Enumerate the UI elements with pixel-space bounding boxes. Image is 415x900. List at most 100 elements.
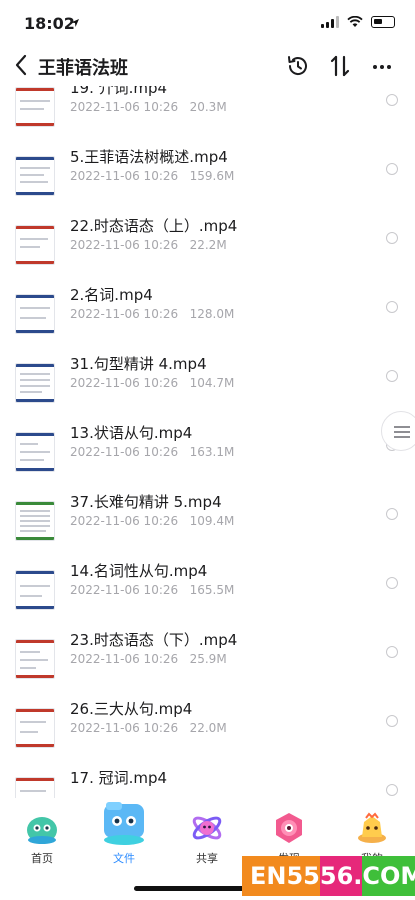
tab-home[interactable]: 首页 <box>12 798 72 868</box>
file-name: 23.时态语态（下）.mp4 <box>70 631 238 649</box>
tab-share[interactable]: 共享 <box>177 798 237 868</box>
file-meta: 2022-11-06 10:26 22.0M <box>70 721 227 735</box>
file-row[interactable]: 22.时态语态（上）.mp4 2022-11-06 10:26 22.2M <box>0 211 415 280</box>
sort-icon[interactable] <box>326 52 354 80</box>
file-date: 2022-11-06 10:26 <box>70 445 179 459</box>
discover-mascot-icon <box>276 813 302 843</box>
video-thumbnail <box>15 363 55 403</box>
file-meta: 2022-11-06 10:26 25.9M <box>70 652 227 666</box>
file-row[interactable]: 37.长难句精讲 5.mp4 2022-11-06 10:26 109.4M <box>0 487 415 556</box>
file-size: 109.4M <box>189 514 235 528</box>
tab-label: 文件 <box>113 852 135 865</box>
file-row[interactable]: 19. 介词.mp4 2022-11-06 10:26 20.3M <box>0 86 415 142</box>
select-radio[interactable] <box>386 784 398 796</box>
tab-label: 共享 <box>196 852 218 865</box>
file-name: 19. 介词.mp4 <box>70 86 168 97</box>
video-thumbnail <box>15 708 55 748</box>
file-size: 104.7M <box>189 376 235 390</box>
select-radio[interactable] <box>386 94 398 106</box>
video-thumbnail <box>15 225 55 265</box>
file-size: 128.0M <box>189 307 235 321</box>
more-options-icon[interactable] <box>368 52 396 80</box>
file-size: 165.5M <box>189 583 235 597</box>
file-meta: 2022-11-06 10:26 165.5M <box>70 583 234 597</box>
file-meta: 2022-11-06 10:26 163.1M <box>70 445 234 459</box>
file-name: 13.状语从句.mp4 <box>70 424 193 442</box>
select-radio[interactable] <box>386 232 398 244</box>
file-date: 2022-11-06 10:26 <box>70 652 179 666</box>
file-row[interactable]: 23.时态语态（下）.mp4 2022-11-06 10:26 25.9M <box>0 625 415 694</box>
video-thumbnail <box>15 87 55 127</box>
file-size: 22.0M <box>189 721 227 735</box>
select-radio[interactable] <box>386 163 398 175</box>
watermark-part-3: COM <box>362 856 415 896</box>
home-mascot-icon <box>27 817 57 844</box>
file-meta: 2022-11-06 10:26 104.7M <box>70 376 234 390</box>
select-radio[interactable] <box>386 577 398 589</box>
file-date: 2022-11-06 10:26 <box>70 721 179 735</box>
files-mascot-icon <box>104 802 144 845</box>
select-radio[interactable] <box>386 370 398 382</box>
file-date: 2022-11-06 10:26 <box>70 583 179 597</box>
file-meta: 2022-11-06 10:26 22.2M <box>70 238 227 252</box>
file-name: 5.王菲语法树概述.mp4 <box>70 148 228 166</box>
nav-header: 王菲语法班 <box>0 48 415 86</box>
file-row[interactable]: 14.名词性从句.mp4 2022-11-06 10:26 165.5M <box>0 556 415 625</box>
video-thumbnail <box>15 777 55 798</box>
file-size: 163.1M <box>189 445 235 459</box>
file-row[interactable]: 17. 冠词.mp4 <box>0 763 415 798</box>
video-thumbnail <box>15 156 55 196</box>
tab-label: 首页 <box>31 852 53 865</box>
wifi-icon <box>347 16 363 27</box>
file-meta: 2022-11-06 10:26 109.4M <box>70 514 234 528</box>
file-name: 22.时态语态（上）.mp4 <box>70 217 238 235</box>
file-date: 2022-11-06 10:26 <box>70 100 179 114</box>
site-watermark: EN55 56. COM <box>242 856 415 896</box>
file-row[interactable]: 13.状语从句.mp4 2022-11-06 10:26 163.1M <box>0 418 415 487</box>
file-size: 25.9M <box>189 652 227 666</box>
file-size: 20.3M <box>189 100 227 114</box>
battery-icon <box>371 16 395 28</box>
file-row[interactable]: 2.名词.mp4 2022-11-06 10:26 128.0M <box>0 280 415 349</box>
file-date: 2022-11-06 10:26 <box>70 238 179 252</box>
video-thumbnail <box>15 639 55 679</box>
file-name: 2.名词.mp4 <box>70 286 153 304</box>
file-list: 19. 介词.mp4 2022-11-06 10:26 20.3M 5.王菲语法… <box>0 86 415 798</box>
video-thumbnail <box>15 501 55 541</box>
file-name: 14.名词性从句.mp4 <box>70 562 208 580</box>
watermark-part-1: EN55 <box>242 856 320 896</box>
select-radio[interactable] <box>386 508 398 520</box>
file-size: 159.6M <box>189 169 235 183</box>
file-meta: 2022-11-06 10:26 128.0M <box>70 307 234 321</box>
file-name: 37.长难句精讲 5.mp4 <box>70 493 222 511</box>
file-name: 26.三大从句.mp4 <box>70 700 193 718</box>
video-thumbnail <box>15 570 55 610</box>
share-mascot-icon <box>192 816 222 840</box>
file-row[interactable]: 26.三大从句.mp4 2022-11-06 10:26 22.0M <box>0 694 415 763</box>
file-meta: 2022-11-06 10:26 20.3M <box>70 100 227 114</box>
profile-mascot-icon <box>358 812 386 843</box>
select-radio[interactable] <box>386 646 398 658</box>
file-meta: 2022-11-06 10:26 159.6M <box>70 169 234 183</box>
file-name: 17. 冠词.mp4 <box>70 769 168 787</box>
back-arrow-icon[interactable] <box>12 52 32 78</box>
file-date: 2022-11-06 10:26 <box>70 307 179 321</box>
file-name: 31.句型精讲 4.mp4 <box>70 355 207 373</box>
video-thumbnail <box>15 432 55 472</box>
select-radio[interactable] <box>386 301 398 313</box>
location-arrow-icon <box>71 19 79 27</box>
file-date: 2022-11-06 10:26 <box>70 514 179 528</box>
tab-files[interactable]: 文件 <box>94 798 154 868</box>
status-time: 18:02 <box>24 14 75 33</box>
side-drawer-handle[interactable] <box>381 411 415 451</box>
file-date: 2022-11-06 10:26 <box>70 376 179 390</box>
video-thumbnail <box>15 294 55 334</box>
status-bar: 18:02 <box>0 0 415 48</box>
select-radio[interactable] <box>386 715 398 727</box>
file-row[interactable]: 5.王菲语法树概述.mp4 2022-11-06 10:26 159.6M <box>0 142 415 211</box>
file-row[interactable]: 31.句型精讲 4.mp4 2022-11-06 10:26 104.7M <box>0 349 415 418</box>
history-icon[interactable] <box>284 52 312 80</box>
file-date: 2022-11-06 10:26 <box>70 169 179 183</box>
watermark-part-2: 56. <box>319 856 363 896</box>
cellular-signal-icon <box>321 16 339 28</box>
